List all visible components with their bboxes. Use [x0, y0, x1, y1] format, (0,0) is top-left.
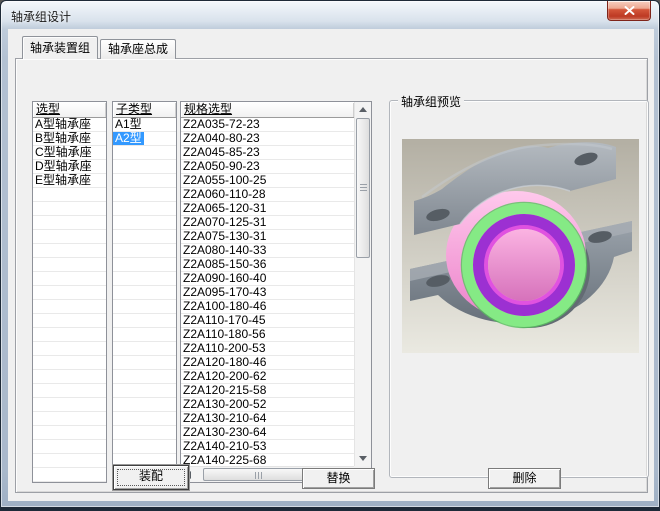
dialog-window: 轴承组设计 轴承装置组 轴承座总成 选型 A型轴承座B型轴承座C型轴承座D型轴承… [0, 0, 660, 511]
assemble-button[interactable]: 装配 [113, 465, 189, 490]
spec-vertical-scrollbar[interactable] [354, 102, 371, 466]
list-item[interactable]: A1型 [113, 118, 176, 132]
list-item[interactable]: Z2A110-180-56 [181, 328, 354, 342]
list-item[interactable]: Z2A130-200-52 [181, 398, 354, 412]
list-item[interactable]: Z2A035-72-23 [181, 118, 354, 132]
preview-3d-image [402, 139, 639, 353]
list-item[interactable]: Z2A085-150-36 [181, 258, 354, 272]
type-list-header[interactable]: 选型 [33, 102, 106, 118]
replace-button-label: 替换 [326, 471, 350, 485]
window-title: 轴承组设计 [11, 8, 71, 25]
replace-button[interactable]: 替换 [302, 468, 375, 489]
type-list-body[interactable]: A型轴承座B型轴承座C型轴承座D型轴承座E型轴承座 [33, 118, 106, 482]
bearing-bore [488, 229, 560, 301]
list-item[interactable]: Z2A075-130-31 [181, 230, 354, 244]
assemble-button-label: 装配 [139, 469, 163, 483]
tab-strip: 轴承装置组 轴承座总成 [22, 36, 178, 59]
tab-page: 选型 A型轴承座B型轴承座C型轴承座D型轴承座E型轴承座 子类型 A1型A2型 … [15, 58, 648, 493]
list-item[interactable]: Z2A120-215-58 [181, 384, 354, 398]
close-icon [624, 6, 635, 15]
list-item[interactable]: D型轴承座 [33, 160, 106, 174]
subtype-list: 子类型 A1型A2型 [112, 101, 177, 483]
list-item[interactable]: Z2A060-110-28 [181, 188, 354, 202]
list-item[interactable]: Z2A130-210-64 [181, 412, 354, 426]
title-bar[interactable]: 轴承组设计 [1, 1, 659, 29]
list-item[interactable]: A型轴承座 [33, 118, 106, 132]
list-item[interactable]: Z2A140-210-53 [181, 440, 354, 454]
list-item[interactable]: Z2A070-125-31 [181, 216, 354, 230]
spec-list-body[interactable]: Z2A035-72-23Z2A040-80-23Z2A045-85-23Z2A0… [181, 118, 354, 466]
list-item[interactable]: C型轴承座 [33, 146, 106, 160]
list-item[interactable]: Z2A055-100-25 [181, 174, 354, 188]
list-item[interactable]: Z2A100-180-46 [181, 300, 354, 314]
list-item[interactable]: Z2A095-170-43 [181, 286, 354, 300]
scroll-down-icon[interactable] [359, 456, 367, 461]
list-item[interactable]: Z2A090-160-40 [181, 272, 354, 286]
list-item[interactable]: Z2A120-200-62 [181, 370, 354, 384]
spec-list: 规格选型 Z2A035-72-23Z2A040-80-23Z2A045-85-2… [180, 101, 372, 483]
subtype-list-body[interactable]: A1型A2型 [113, 118, 176, 482]
preview-groupbox-label: 轴承组预览 [398, 93, 464, 110]
list-item[interactable]: Z2A140-225-68 [181, 454, 354, 466]
spec-list-header[interactable]: 规格选型 [181, 102, 354, 118]
preview-groupbox: 轴承组预览 [389, 93, 649, 478]
list-item[interactable]: Z2A045-85-23 [181, 146, 354, 160]
list-item[interactable]: Z2A065-120-31 [181, 202, 354, 216]
dialog-client-area: 轴承装置组 轴承座总成 选型 A型轴承座B型轴承座C型轴承座D型轴承座E型轴承座… [8, 29, 654, 501]
list-item[interactable]: Z2A130-230-64 [181, 426, 354, 440]
delete-button[interactable]: 删除 [488, 468, 561, 489]
tab-bearing-seat-assembly[interactable]: 轴承座总成 [100, 39, 176, 59]
list-item[interactable]: B型轴承座 [33, 132, 106, 146]
vertical-scroll-thumb[interactable] [356, 118, 370, 258]
list-item[interactable]: Z2A040-80-23 [181, 132, 354, 146]
close-button[interactable] [607, 1, 651, 21]
subtype-list-header[interactable]: 子类型 [113, 102, 176, 118]
list-item[interactable]: Z2A080-140-33 [181, 244, 354, 258]
tab-bearing-device-group[interactable]: 轴承装置组 [22, 36, 98, 59]
list-item[interactable]: E型轴承座 [33, 174, 106, 188]
list-item[interactable]: Z2A050-90-23 [181, 160, 354, 174]
list-item[interactable]: Z2A110-200-53 [181, 342, 354, 356]
list-item[interactable]: Z2A110-170-45 [181, 314, 354, 328]
list-item[interactable]: A2型 [113, 132, 176, 146]
delete-button-label: 删除 [512, 471, 536, 485]
list-item[interactable]: Z2A120-180-46 [181, 356, 354, 370]
horizontal-scroll-thumb[interactable] [203, 468, 315, 481]
scroll-up-icon[interactable] [359, 107, 367, 112]
type-list: 选型 A型轴承座B型轴承座C型轴承座D型轴承座E型轴承座 [32, 101, 107, 483]
